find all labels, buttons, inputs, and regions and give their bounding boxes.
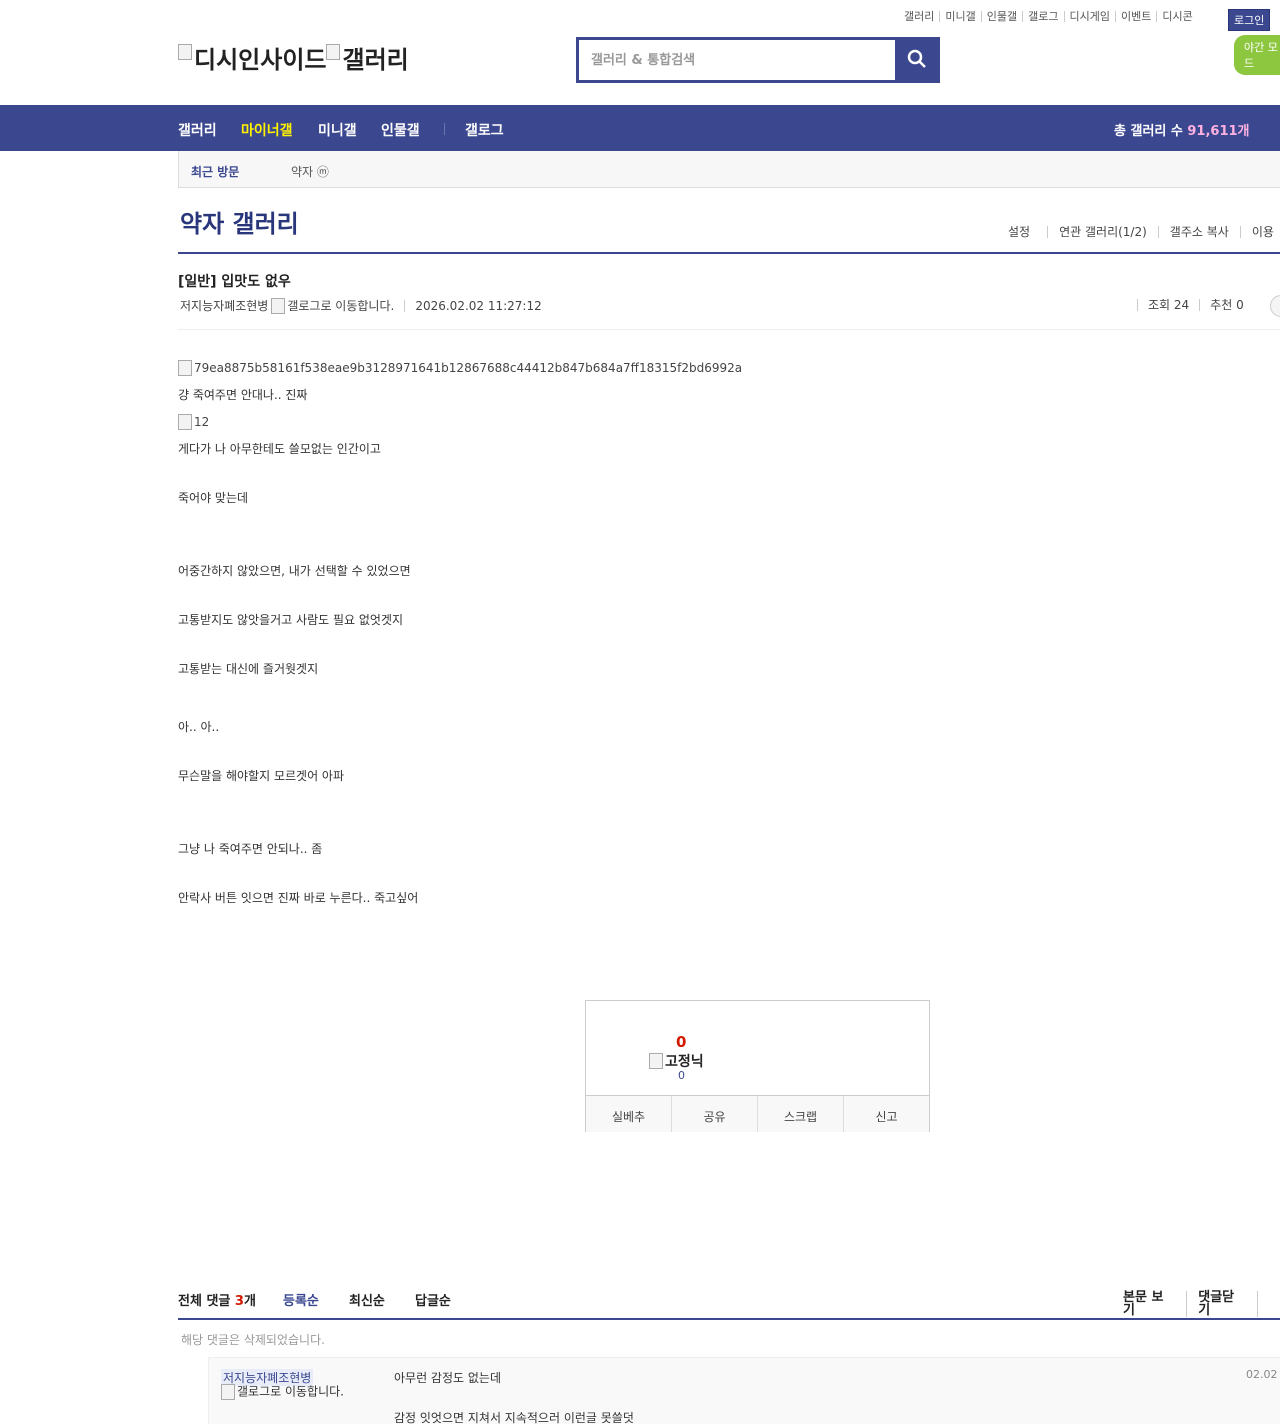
post-line: 죽어야 맞는데 bbox=[178, 491, 249, 505]
post-title: [일반] 입맛도 없우 bbox=[178, 274, 291, 290]
reply-date: 02.02 bbox=[1246, 1368, 1278, 1381]
site-logo[interactable]: 디시인사이드 갤러리 bbox=[178, 40, 409, 75]
recent-visit-label[interactable]: 최근 방문 bbox=[191, 163, 239, 180]
recent-visit-bar: 최근 방문 약자 ⓜ bbox=[178, 151, 1280, 188]
search-icon[interactable] bbox=[907, 49, 927, 69]
close-comments-link[interactable]: 댓글닫기 bbox=[1186, 1291, 1257, 1317]
recommend-actions: 실베추 공유 스크랩 신고 bbox=[586, 1095, 929, 1132]
post-line: 그냥 나 죽여주면 안되나.. 좀 bbox=[178, 842, 323, 856]
reply-gallog-alt: 갤로그로 이동합니다. bbox=[237, 1384, 344, 1399]
report-button[interactable]: 신고 bbox=[843, 1096, 929, 1132]
post-option-button[interactable] bbox=[1270, 295, 1280, 317]
gallery-tools: 설정 연관 갤러리(1/2) 갤주소 복사 이용 bbox=[1008, 226, 1274, 238]
view-count: 조회 24 bbox=[1137, 299, 1199, 311]
total-gallery-count: 총 갤러리 수 91,611개 bbox=[1114, 120, 1250, 139]
recommend-up-count: 0 bbox=[676, 1033, 687, 1051]
top-link-gallery[interactable]: 갤러리 bbox=[904, 11, 939, 22]
top-link-event[interactable]: 이벤트 bbox=[1114, 11, 1156, 22]
fixed-nick-count: 0 bbox=[678, 1069, 685, 1082]
gallery-settings-link[interactable]: 설정 bbox=[1008, 226, 1047, 238]
post-line: 어중간하지 않았으면, 내가 선택할 수 있었으면 bbox=[178, 564, 411, 578]
image-alt-text: 12 bbox=[194, 415, 210, 429]
broken-image-icon bbox=[326, 43, 341, 60]
view-post-link[interactable]: 본문 보기 bbox=[1123, 1291, 1186, 1317]
search-box bbox=[576, 37, 940, 83]
gallog-link[interactable]: 갤로그로 이동합니다. bbox=[271, 297, 394, 314]
nav-gallery[interactable]: 갤러리 bbox=[178, 120, 217, 140]
scrap-button[interactable]: 스크랩 bbox=[757, 1096, 843, 1132]
sort-by-latest[interactable]: 최신순 bbox=[349, 1290, 385, 1309]
broken-image-icon bbox=[178, 414, 192, 430]
total-label: 총 갤러리 수 bbox=[1114, 124, 1183, 139]
comment-count: 3 bbox=[234, 1294, 244, 1309]
related-gallery-link[interactable]: 연관 갤러리(1/2) bbox=[1047, 226, 1158, 238]
post-author[interactable]: 저지능자폐조현병 bbox=[180, 297, 268, 314]
post-meta: 저지능자폐조현병 갤로그로 이동합니다. 2026.02.02 11:27:12 bbox=[180, 297, 542, 314]
broken-image-icon bbox=[178, 43, 192, 60]
total-number: 91,611개 bbox=[1187, 124, 1250, 139]
gallog-alt-text: 갤로그로 이동합니다. bbox=[287, 299, 395, 313]
main-nav: 갤러리 마이너갤 미니갤 인물갤 갤로그 총 갤러리 수 91,611개 bbox=[0, 105, 1280, 151]
reply-text: 감정 잇엇으면 지쳐서 지속적으러 이런글 못쓸덧 bbox=[394, 1411, 634, 1424]
title-divider bbox=[178, 252, 1280, 254]
broken-image-icon bbox=[649, 1053, 663, 1069]
nav-person-gallery[interactable]: 인물갤 bbox=[381, 120, 420, 140]
logo-site-text: 디시인사이드 bbox=[194, 46, 327, 74]
login-button[interactable]: 로그인 bbox=[1228, 9, 1271, 31]
post-line: 아.. 아.. bbox=[178, 720, 220, 734]
top-link-gallog[interactable]: 갤로그 bbox=[1022, 11, 1063, 22]
post-line: 고통받지도 않앗을거고 사람도 필요 없엇겟지 bbox=[178, 613, 404, 627]
nav-minor-gallery[interactable]: 마이너갤 bbox=[241, 120, 293, 140]
post-image-2: 12 bbox=[178, 414, 209, 430]
share-button[interactable]: 공유 bbox=[671, 1096, 757, 1132]
post-image-1: 79ea8875b58161f538eae9b3128971641b128676… bbox=[178, 360, 742, 376]
post-line: 무슨말을 해야할지 모르겟어 아파 bbox=[178, 769, 345, 783]
comment-reply: 저지능자폐조현병 갤로그로 이동합니다. 아무런 감정도 없는데 감정 잇엇으면… bbox=[208, 1357, 1280, 1424]
post-date: 2026.02.02 11:27:12 bbox=[404, 299, 542, 312]
top-utility-nav: 갤러리 미니갤 인물갤 갤로그 디시게임 이벤트 디시콘 bbox=[904, 11, 1198, 22]
comment-refresh-link[interactable] bbox=[1257, 1291, 1280, 1317]
top-link-dcon[interactable]: 디시콘 bbox=[1156, 11, 1197, 22]
reply-gallog-link[interactable]: 갤로그로 이동합니다. bbox=[221, 1384, 351, 1400]
nav-divider bbox=[444, 123, 445, 135]
broken-image-icon bbox=[178, 360, 192, 376]
deleted-comment: 해당 댓글은 삭제되었습니다. bbox=[181, 1333, 325, 1347]
sort-by-replies[interactable]: 답글순 bbox=[415, 1290, 451, 1309]
usage-link[interactable]: 이용 bbox=[1239, 226, 1274, 238]
comment-divider bbox=[178, 1318, 1280, 1320]
image-alt-text: 79ea8875b58161f538eae9b3128971641b128676… bbox=[194, 361, 743, 375]
comment-view-options: 본문 보기 댓글닫기 bbox=[1123, 1291, 1280, 1317]
top-link-game[interactable]: 디시게임 bbox=[1063, 11, 1115, 22]
recommend-count: 추천 0 bbox=[1199, 299, 1254, 311]
top-link-minigall[interactable]: 미니갤 bbox=[939, 11, 980, 22]
nav-mini-gallery[interactable]: 미니갤 bbox=[318, 120, 357, 140]
fixed-nick-recommend: 고정닉 bbox=[649, 1051, 704, 1071]
broken-image-icon bbox=[221, 1384, 235, 1400]
best-recommend-button[interactable]: 실베추 bbox=[586, 1096, 671, 1132]
top-link-persongall[interactable]: 인물갤 bbox=[980, 11, 1022, 22]
gallery-title[interactable]: 약자 갤러리 bbox=[180, 204, 299, 239]
night-mode-button[interactable]: 야간 모드 bbox=[1234, 35, 1280, 75]
nav-gallog[interactable]: 갤로그 bbox=[465, 120, 504, 140]
sort-by-registered[interactable]: 등록순 bbox=[283, 1290, 319, 1309]
recent-visit-item[interactable]: 약자 ⓜ bbox=[291, 163, 329, 180]
recommend-box: 0 고정닉 0 실베추 공유 스크랩 신고 bbox=[585, 1000, 930, 1132]
post-line: 걍 죽여주면 안대나.. 진짜 bbox=[178, 388, 308, 402]
search-input[interactable] bbox=[579, 40, 895, 80]
comment-total-label: 전체 댓글 bbox=[178, 1294, 231, 1309]
post-line: 게다가 나 아무한테도 쓸모없는 인간이고 bbox=[178, 442, 381, 456]
copy-gallery-url-link[interactable]: 갤주소 복사 bbox=[1157, 226, 1240, 238]
comment-count-unit: 개 bbox=[243, 1294, 256, 1309]
reply-text: 아무런 감정도 없는데 bbox=[394, 1371, 501, 1385]
post-divider bbox=[178, 329, 1280, 330]
comment-total: 전체 댓글 3개 bbox=[178, 1290, 256, 1309]
logo-gallery-text: 갤러리 bbox=[342, 46, 409, 74]
post-stats: 조회 24 추천 0 bbox=[1137, 299, 1254, 311]
post-line: 고통받는 대신에 즐거웟겟지 bbox=[178, 662, 319, 676]
broken-image-icon bbox=[271, 297, 286, 314]
fixed-nick-label: 고정닉 bbox=[665, 1054, 704, 1070]
post-line: 안락사 버튼 잇으면 진짜 바로 누른다.. 죽고싶어 bbox=[178, 891, 419, 905]
